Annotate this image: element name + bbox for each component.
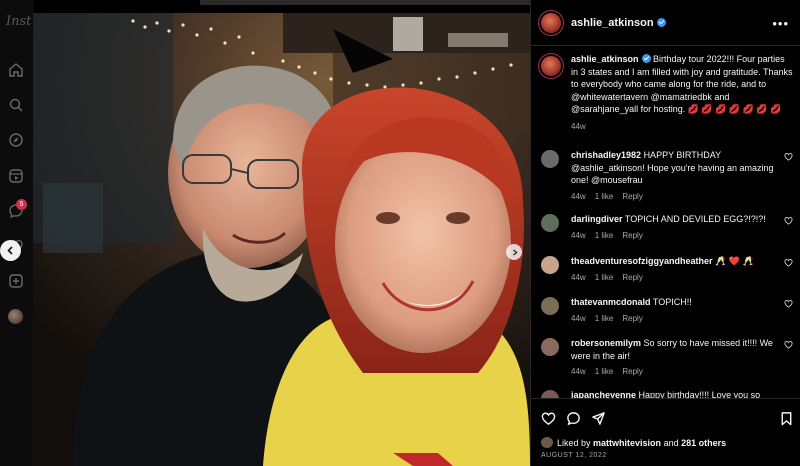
comment-username[interactable]: japancheyenne	[571, 390, 636, 398]
comment-avatar[interactable]	[541, 390, 559, 398]
post-photo	[33, 13, 530, 466]
comment-time: 44w	[571, 191, 586, 201]
comment-likes[interactable]: 1 like	[595, 367, 614, 376]
comment-icon[interactable]	[566, 411, 581, 426]
previous-post-button[interactable]	[0, 240, 21, 261]
profile-avatar	[8, 309, 23, 324]
like-comment-heart-icon[interactable]	[784, 152, 793, 161]
comment-time: 44w	[571, 272, 586, 282]
comment-likes[interactable]: 1 like	[595, 192, 614, 201]
comment-meta: 44w 1 like Reply	[571, 314, 793, 323]
comment-item: darlingdiver TOPICH AND DEVILED EGG?!?!?…	[541, 213, 793, 240]
post-actions: Liked by mattwhitevision and 281 others …	[531, 398, 800, 466]
comment-avatar[interactable]	[541, 214, 559, 232]
comment-likes[interactable]: 1 like	[595, 273, 614, 282]
caption-username[interactable]: ashlie_atkinson	[571, 54, 639, 64]
comment-avatar[interactable]	[541, 150, 559, 168]
like-comment-heart-icon[interactable]	[784, 258, 793, 267]
comment-meta: 44w 1 like Reply	[571, 192, 793, 201]
post-detail-panel: ashlie_atkinson ••• ashlie_atkinson Birt…	[530, 0, 800, 466]
reply-button[interactable]: Reply	[622, 273, 642, 282]
explore-icon	[8, 132, 24, 148]
comment-meta: 44w 1 like Reply	[571, 273, 793, 282]
comment-username[interactable]: chrishadley1982	[571, 150, 641, 160]
like-heart-icon[interactable]	[541, 411, 556, 426]
verified-badge-icon	[641, 54, 651, 63]
post-date: AUGUST 12, 2022	[541, 452, 607, 459]
comment-text: japancheyenne Happy birthday!!!! Love yo…	[571, 390, 761, 398]
verified-badge-icon	[656, 18, 666, 27]
caption-author-avatar[interactable]	[541, 56, 561, 76]
next-photo-button[interactable]	[506, 244, 522, 260]
like-comment-heart-icon[interactable]	[784, 340, 793, 349]
home-icon	[8, 62, 24, 78]
author-username[interactable]: ashlie_atkinson	[571, 17, 666, 29]
reply-button[interactable]: Reply	[622, 192, 642, 201]
comment-time: 44w	[571, 230, 586, 240]
post-caption: ashlie_atkinson Birthday tour 2022!!! Fo…	[541, 53, 793, 131]
comment-text: theadventuresofziggyandheather 🥂 ❤️ 🥂	[571, 256, 754, 266]
messages-badge: 5	[16, 199, 27, 210]
caption-timestamp: 44w	[571, 121, 586, 131]
liker-avatar	[541, 437, 553, 448]
comment-time: 44w	[571, 367, 586, 377]
reply-button[interactable]: Reply	[622, 314, 642, 323]
comment-avatar[interactable]	[541, 297, 559, 315]
like-comment-heart-icon[interactable]	[784, 216, 793, 225]
create-icon	[8, 273, 24, 289]
comment-avatar[interactable]	[541, 256, 559, 274]
search-icon	[8, 97, 24, 113]
reels-icon	[8, 168, 24, 184]
comment-item: robersonemilym So sorry to have missed i…	[541, 337, 793, 376]
comment-username[interactable]: thatevanmcdonald	[571, 297, 651, 307]
share-icon[interactable]	[591, 411, 606, 426]
comment-likes[interactable]: 1 like	[595, 231, 614, 240]
post-header: ashlie_atkinson •••	[531, 0, 800, 46]
liker-username[interactable]: mattwhitevision	[593, 438, 661, 448]
reply-button[interactable]: Reply	[622, 231, 642, 240]
like-comment-heart-icon[interactable]	[784, 299, 793, 308]
likes-others-link[interactable]: 281 others	[681, 438, 726, 448]
comment-item: japancheyenne Happy birthday!!!! Love yo…	[541, 389, 793, 398]
comment-text: thatevanmcdonald TOPICH!!	[571, 297, 692, 307]
likes-summary[interactable]: Liked by mattwhitevision and 281 others	[541, 437, 726, 448]
bookmark-icon[interactable]	[779, 411, 794, 426]
comment-username[interactable]: theadventuresofziggyandheather	[571, 256, 713, 266]
author-avatar[interactable]	[541, 13, 561, 33]
comment-text: robersonemilym So sorry to have missed i…	[571, 338, 773, 361]
comment-text: darlingdiver TOPICH AND DEVILED EGG?!?!?…	[571, 214, 766, 224]
instagram-logo: Inst	[6, 14, 32, 29]
comment-avatar[interactable]	[541, 338, 559, 356]
comment-time: 44w	[571, 313, 586, 323]
comment-likes[interactable]: 1 like	[595, 314, 614, 323]
reply-button[interactable]: Reply	[622, 367, 642, 376]
more-options-icon[interactable]: •••	[772, 16, 789, 31]
comment-text: chrishadley1982 HAPPY BIRTHDAY @ashlie_a…	[571, 150, 774, 186]
comment-item: chrishadley1982 HAPPY BIRTHDAY @ashlie_a…	[541, 149, 793, 201]
comment-meta: 44w 1 like Reply	[571, 367, 793, 376]
background-sidebar: Inst 5	[0, 0, 34, 466]
comment-username[interactable]: robersonemilym	[571, 338, 641, 348]
comment-item: thatevanmcdonald TOPICH!! 44w 1 like Reply	[541, 296, 793, 323]
comment-item: theadventuresofziggyandheather 🥂 ❤️ 🥂 44…	[541, 255, 793, 282]
comment-meta: 44w 1 like Reply	[571, 231, 793, 240]
comments-list[interactable]: ashlie_atkinson Birthday tour 2022!!! Fo…	[531, 47, 800, 398]
caption-text: ashlie_atkinson Birthday tour 2022!!! Fo…	[571, 53, 793, 116]
comment-username[interactable]: darlingdiver	[571, 214, 623, 224]
